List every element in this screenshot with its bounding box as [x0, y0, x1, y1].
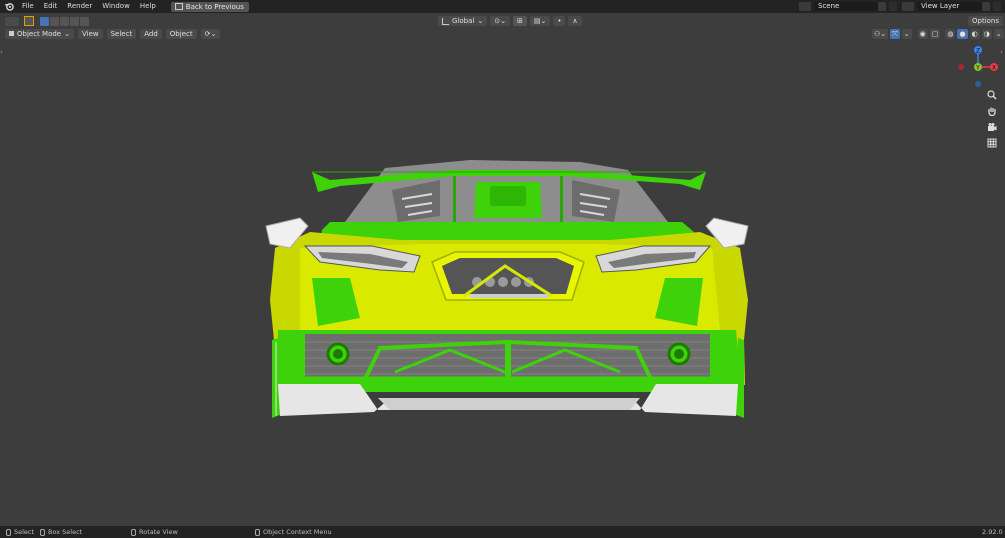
- select-mode-extend-icon[interactable]: [50, 16, 59, 26]
- chevron-down-icon: ⌄: [477, 17, 484, 25]
- status-context-label: Object Context Menu: [263, 528, 332, 536]
- gpencil-dropdown[interactable]: ⟳⌄: [200, 28, 221, 39]
- scene-type-icon[interactable]: [799, 2, 811, 11]
- scene-name: Scene: [818, 2, 840, 10]
- back-to-previous-label: Back to Previous: [185, 2, 244, 11]
- gizmo-z-label: Z: [976, 48, 980, 55]
- select-mode-subtract-icon[interactable]: [60, 16, 69, 26]
- shading-dropdown[interactable]: ⌄: [993, 28, 1004, 39]
- select-mode-invert-icon[interactable]: [70, 16, 79, 26]
- object-mode-label: Object Mode: [17, 29, 62, 38]
- status-box-select-label: Box Select: [48, 528, 83, 536]
- car-model-render: [265, 160, 749, 418]
- menu-render[interactable]: Render: [62, 0, 97, 13]
- falloff-dropdown[interactable]: ∧: [568, 16, 582, 26]
- menu-edit[interactable]: Edit: [39, 0, 63, 13]
- menu-window[interactable]: Window: [97, 0, 135, 13]
- blender-logo-icon[interactable]: [4, 2, 14, 12]
- rendered-shading-icon[interactable]: ◑: [981, 28, 992, 39]
- orientation-icon: [442, 17, 449, 25]
- status-rotate-label: Rotate View: [139, 528, 178, 536]
- object-mode-dropdown[interactable]: Object Mode ⌄: [5, 28, 74, 39]
- gizmo-dropdown[interactable]: ⌄: [901, 28, 912, 39]
- object-mode-icon: [9, 31, 14, 36]
- snapping-toggle[interactable]: ⊞: [512, 16, 527, 26]
- pan-hand-icon[interactable]: [986, 105, 998, 117]
- screen-icon: [174, 3, 183, 10]
- navigation-gizmo[interactable]: Z Y X: [955, 44, 1005, 94]
- editor-type-button[interactable]: [5, 16, 19, 26]
- gizmo-x-label: X: [992, 65, 996, 72]
- pivot-point-dropdown[interactable]: ⊙⌄: [490, 16, 510, 26]
- view-menu[interactable]: View: [77, 28, 103, 39]
- proportional-editing-toggle[interactable]: •: [553, 16, 566, 26]
- overlays-toggle[interactable]: ◉: [917, 28, 928, 39]
- select-menu[interactable]: Select: [106, 28, 137, 39]
- material-shading-icon[interactable]: ◐: [969, 28, 980, 39]
- new-scene-button[interactable]: [878, 2, 886, 11]
- left-drag-mouse-icon: [40, 528, 45, 536]
- toolbar-toggle-arrow-icon[interactable]: ›: [0, 48, 3, 56]
- back-to-previous-button[interactable]: Back to Previous: [170, 1, 249, 12]
- snap-target-dropdown[interactable]: ▤⌄: [529, 16, 551, 26]
- xray-toggle[interactable]: ▢: [929, 28, 941, 39]
- view-layer-selector[interactable]: View Layer: [917, 2, 983, 11]
- select-mode-intersect-icon[interactable]: [80, 16, 89, 26]
- menu-file[interactable]: File: [17, 0, 39, 13]
- menu-help[interactable]: Help: [135, 0, 161, 13]
- solid-shading-icon[interactable]: ●: [957, 28, 968, 39]
- visibility-dropdown[interactable]: ⚇⌄: [872, 28, 889, 39]
- viewport-header: Global ⌄ ⊙⌄ ⊞ ▤⌄ • ∧ Options Object Mode…: [0, 13, 1005, 41]
- delete-view-layer-button[interactable]: [993, 2, 1001, 11]
- orientation-label: Global: [452, 17, 475, 25]
- view-layer-name: View Layer: [921, 2, 960, 10]
- scene-selector[interactable]: Scene: [814, 2, 880, 11]
- transform-orientation-dropdown[interactable]: Global ⌄: [438, 16, 488, 26]
- object-menu[interactable]: Object: [165, 28, 197, 39]
- view-layer-icon[interactable]: [902, 2, 914, 11]
- version-label: 2.92.0: [982, 528, 1003, 536]
- camera-view-icon[interactable]: [986, 121, 998, 133]
- status-bar: Select Box Select Rotate View Object Con…: [0, 526, 1005, 538]
- add-menu[interactable]: Add: [140, 28, 162, 39]
- zoom-icon[interactable]: [986, 89, 998, 101]
- options-dropdown[interactable]: Options: [968, 16, 1004, 26]
- select-tool-icon[interactable]: [24, 16, 34, 26]
- options-label: Options: [972, 17, 1000, 25]
- middle-mouse-icon: [131, 528, 136, 536]
- select-mode-new-icon[interactable]: [40, 16, 49, 26]
- chevron-down-icon: ⌄: [64, 29, 70, 38]
- left-mouse-icon: [6, 528, 11, 536]
- new-view-layer-button[interactable]: [982, 2, 990, 11]
- right-mouse-icon: [255, 528, 260, 536]
- gizmo-toggle[interactable]: ⤧: [890, 28, 900, 39]
- perspective-grid-icon[interactable]: [986, 137, 998, 149]
- gizmo-y-label: Y: [975, 65, 980, 72]
- wireframe-shading-icon[interactable]: ◍: [945, 28, 956, 39]
- delete-scene-button[interactable]: [889, 2, 897, 11]
- status-select-label: Select: [14, 528, 35, 536]
